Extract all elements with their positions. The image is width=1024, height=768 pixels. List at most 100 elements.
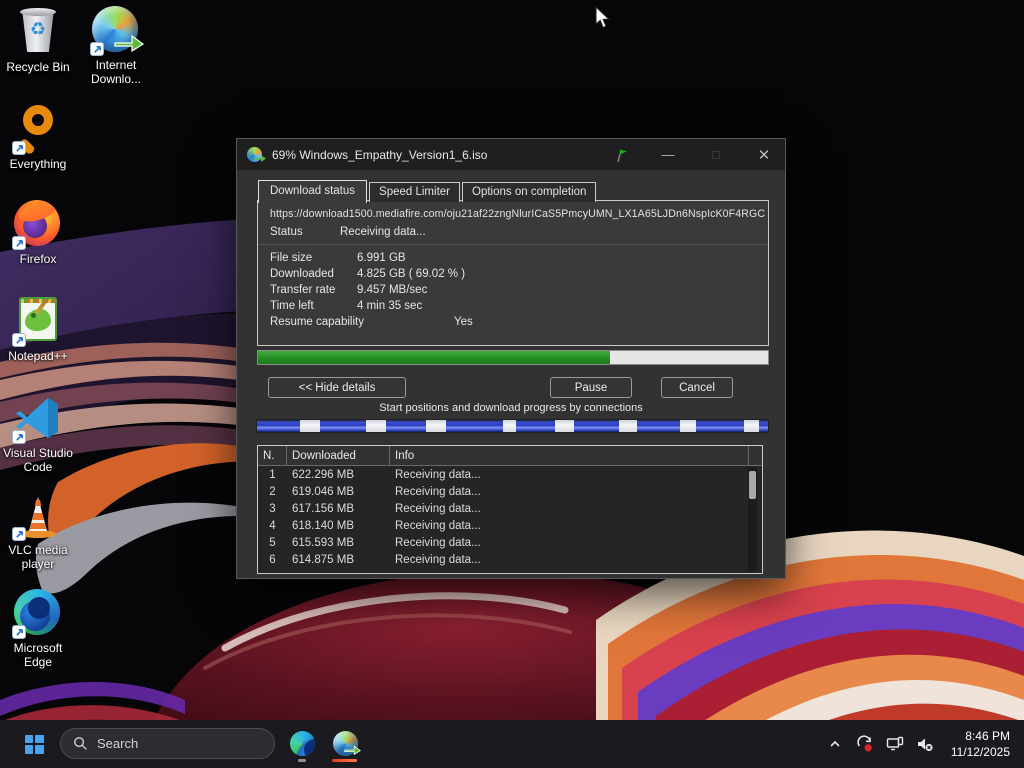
desktop-icon-recycle-bin[interactable]: ♻ Recycle Bin: [0, 8, 80, 74]
table-row[interactable]: 4 618.140 MB Receiving data...: [258, 517, 762, 534]
desktop-icon-notepadpp[interactable]: Notepad++: [0, 297, 80, 363]
status-label: Status: [270, 226, 303, 238]
cell-info: Receiving data...: [395, 468, 481, 481]
cell-n: 2: [269, 485, 276, 498]
desktop-icon-label: VLC media player: [8, 543, 68, 571]
tab-download-status[interactable]: Download status: [258, 180, 368, 203]
recycle-bin-icon: ♻: [14, 8, 62, 56]
pause-button[interactable]: Pause: [550, 377, 632, 398]
download-status-panel: https://download1500.mediafire.com/oju21…: [257, 200, 769, 346]
dialog-titlebar[interactable]: 69% Windows_Empathy_Version1_6.iso — □ ✕: [237, 139, 785, 170]
start-button[interactable]: [18, 728, 50, 760]
desktop-icon-edge[interactable]: Microsoft Edge: [0, 589, 80, 669]
dialog-title: 69% Windows_Empathy_Version1_6.iso: [272, 147, 488, 162]
tray-volume-icon[interactable]: [913, 720, 937, 768]
chevron-up-icon: [830, 740, 840, 747]
desktop-icon-label: Everything: [9, 157, 67, 171]
cancel-button[interactable]: Cancel: [661, 377, 733, 398]
progress-fill: [258, 351, 610, 364]
maximize-button[interactable]: □: [705, 145, 727, 165]
desktop-icon-vscode[interactable]: Visual Studio Code: [0, 394, 80, 474]
clock-time: 8:46 PM: [965, 729, 1010, 743]
table-scrollbar[interactable]: [748, 467, 757, 571]
mouse-cursor: [595, 6, 611, 29]
cell-n: 6: [269, 553, 276, 566]
table-row[interactable]: 6 614.875 MB Receiving data...: [258, 551, 762, 568]
idm-download-indicator: [332, 759, 357, 762]
cell-info: Receiving data...: [395, 519, 481, 532]
taskbar: Search 8:46 PM 11/12/2025: [0, 720, 1024, 768]
microsoft-edge-icon: [12, 589, 62, 639]
cell-n: 1: [269, 468, 276, 481]
edge-running-indicator: [298, 759, 306, 762]
search-label: Search: [97, 736, 139, 751]
download-url: https://download1500.mediafire.com/oju21…: [270, 208, 766, 220]
column-header-spacer: [749, 446, 762, 465]
cell-n: 3: [269, 502, 276, 515]
cell-n: 4: [269, 519, 276, 532]
shortcut-arrow-icon: [90, 42, 104, 56]
idm-icon: [90, 6, 144, 56]
cell-n: 5: [269, 536, 276, 549]
close-button[interactable]: ✕: [753, 145, 775, 165]
desktop-icon-vlc[interactable]: VLC media player: [0, 491, 80, 571]
shortcut-arrow-icon: [12, 625, 26, 639]
desktop-icon-firefox[interactable]: Firefox: [0, 200, 80, 266]
display-device-icon: [886, 736, 904, 751]
sync-alert-icon: [857, 735, 872, 752]
cell-info: Receiving data...: [395, 502, 481, 515]
cell-downloaded: 618.140 MB: [292, 519, 355, 532]
field-value: 4 min 35 sec: [357, 300, 423, 312]
desktop-icon-label: Visual Studio Code: [3, 446, 73, 474]
cell-downloaded: 617.156 MB: [292, 502, 355, 515]
vlc-icon: [12, 491, 62, 541]
tab-options-on-completion[interactable]: Options on completion: [462, 182, 597, 202]
tab-speed-limiter[interactable]: Speed Limiter: [369, 182, 460, 202]
panel-separator: [258, 244, 768, 245]
hide-details-button[interactable]: << Hide details: [268, 377, 406, 398]
shortcut-arrow-icon: [12, 527, 26, 541]
desktop-icon-idm[interactable]: Internet Downlo...: [74, 6, 158, 86]
desktop-icon-label: Internet Downlo...: [90, 58, 142, 86]
taskbar-edge-button[interactable]: [288, 729, 316, 762]
connections-caption: Start positions and download progress by…: [379, 402, 643, 414]
field-value: 4.825 GB ( 69.02 % ): [357, 268, 466, 280]
status-value: Receiving data...: [340, 226, 426, 238]
shortcut-arrow-icon: [12, 430, 26, 444]
field-value: Yes: [454, 316, 473, 328]
taskbar-clock[interactable]: 8:46 PM 11/12/2025: [951, 728, 1010, 760]
column-header-n[interactable]: N.: [258, 446, 287, 465]
field-value: 6.991 GB: [357, 252, 406, 264]
table-row[interactable]: 1 622.296 MB Receiving data...: [258, 466, 762, 483]
connections-bar: [256, 419, 769, 433]
column-header-downloaded[interactable]: Downloaded: [287, 446, 390, 465]
tray-update-icon[interactable]: [853, 720, 877, 768]
download-progress-bar: [257, 350, 769, 365]
desktop-icon-label: Microsoft Edge: [13, 641, 63, 669]
field-label: File size: [270, 252, 313, 264]
taskbar-search[interactable]: Search: [60, 728, 275, 759]
clock-date: 11/12/2025: [950, 745, 1010, 759]
shortcut-arrow-icon: [12, 141, 26, 155]
column-header-info[interactable]: Info: [390, 446, 749, 465]
table-scrollbar-thumb[interactable]: [749, 471, 756, 499]
notepad-plus-plus-icon: [12, 297, 62, 347]
table-row[interactable]: 3 617.156 MB Receiving data...: [258, 500, 762, 517]
dialog-tabs: Download status Speed Limiter Options on…: [258, 179, 598, 203]
tray-devices-icon[interactable]: [883, 720, 907, 768]
idm-download-dialog: 69% Windows_Empathy_Version1_6.iso — □ ✕…: [236, 138, 786, 579]
table-row[interactable]: 5 615.593 MB Receiving data...: [258, 534, 762, 551]
flag-icon: [617, 148, 627, 162]
firefox-icon: [12, 200, 62, 250]
tray-overflow-button[interactable]: [823, 720, 847, 768]
desktop-icon-label: Recycle Bin: [6, 60, 70, 74]
taskbar-idm-button[interactable]: [331, 729, 361, 762]
cell-downloaded: 615.593 MB: [292, 536, 355, 549]
shortcut-arrow-icon: [12, 236, 26, 250]
idm-app-icon-arrow: [254, 155, 266, 162]
field-label: Resume capability: [270, 316, 364, 328]
table-row[interactable]: 2 619.046 MB Receiving data...: [258, 483, 762, 500]
field-label: Transfer rate: [270, 284, 336, 296]
minimize-button[interactable]: —: [657, 145, 679, 165]
desktop-icon-everything[interactable]: Everything: [0, 103, 80, 171]
